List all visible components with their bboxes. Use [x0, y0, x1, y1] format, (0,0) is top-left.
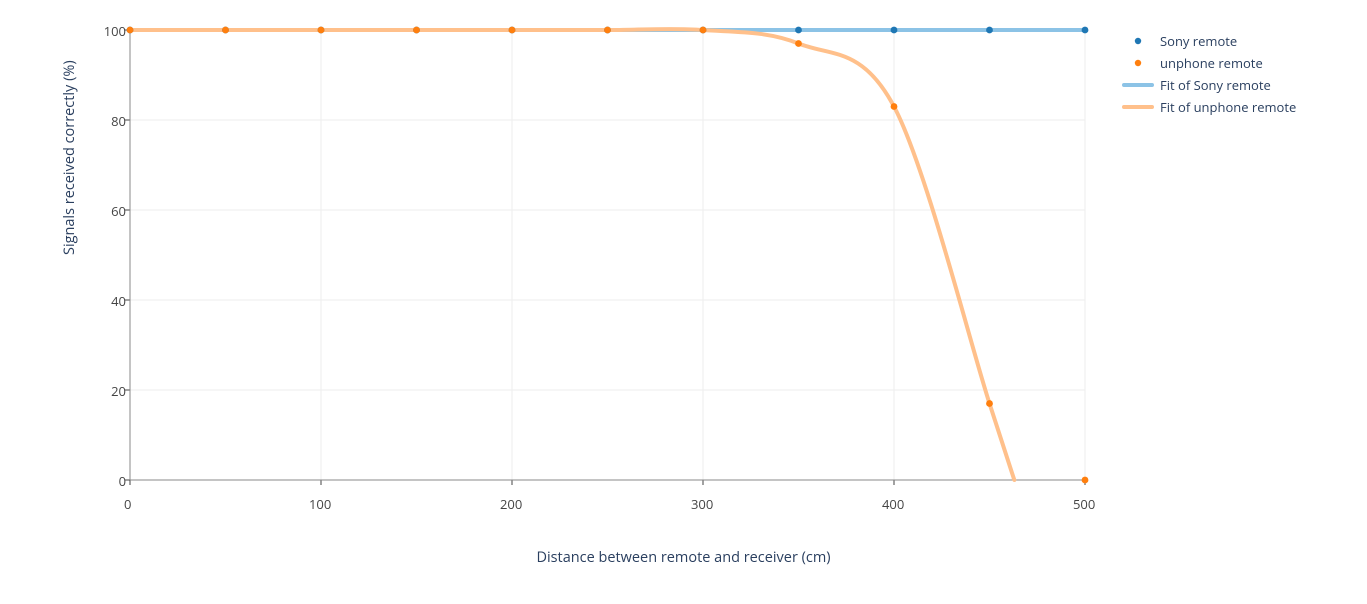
legend-swatch-sony — [1120, 34, 1156, 48]
x-tick-300: 300 — [691, 495, 713, 513]
y-tick-40: 40 — [111, 292, 126, 310]
x-tick-400: 400 — [882, 495, 904, 513]
legend-item-sony[interactable]: Sony remote — [1120, 30, 1296, 52]
plot-area[interactable] — [130, 30, 1085, 480]
x-tick-500: 500 — [1073, 495, 1095, 513]
y-tick-labels: 0 20 40 60 80 100 — [90, 30, 126, 480]
y-tick-80: 80 — [111, 112, 126, 130]
x-tick-100: 100 — [309, 495, 331, 513]
legend: Sony remote unphone remote Fit of Sony r… — [1120, 30, 1296, 118]
y-axis-title: Signals received correctly (%) — [60, 60, 79, 255]
x-axis-label-text: Distance between remote and receiver (cm… — [536, 548, 830, 567]
legend-item-sony-fit[interactable]: Fit of Sony remote — [1120, 74, 1296, 96]
y-tick-100: 100 — [104, 22, 126, 40]
x-tick-200: 200 — [500, 495, 522, 513]
legend-swatch-unphone — [1120, 56, 1156, 70]
legend-label-unphone: unphone remote — [1160, 54, 1263, 72]
legend-swatch-unphone-fit — [1120, 100, 1156, 114]
x-axis-title: Distance between remote and receiver (cm… — [0, 548, 1367, 567]
legend-label-sony: Sony remote — [1160, 32, 1237, 50]
y-tick-20: 20 — [111, 382, 126, 400]
chart-container: Signals received correctly (%) Distance … — [0, 0, 1367, 604]
legend-swatch-sony-fit — [1120, 78, 1156, 92]
y-axis-label-text: Signals received correctly (%) — [60, 60, 79, 255]
legend-label-sony-fit: Fit of Sony remote — [1160, 76, 1271, 94]
x-tick-labels: 0 100 200 300 400 500 — [130, 495, 1085, 515]
y-tick-60: 60 — [111, 202, 126, 220]
legend-label-unphone-fit: Fit of unphone remote — [1160, 98, 1296, 116]
legend-item-unphone[interactable]: unphone remote — [1120, 52, 1296, 74]
y-tick-0: 0 — [119, 472, 126, 490]
x-tick-0: 0 — [124, 495, 131, 513]
legend-item-unphone-fit[interactable]: Fit of unphone remote — [1120, 96, 1296, 118]
